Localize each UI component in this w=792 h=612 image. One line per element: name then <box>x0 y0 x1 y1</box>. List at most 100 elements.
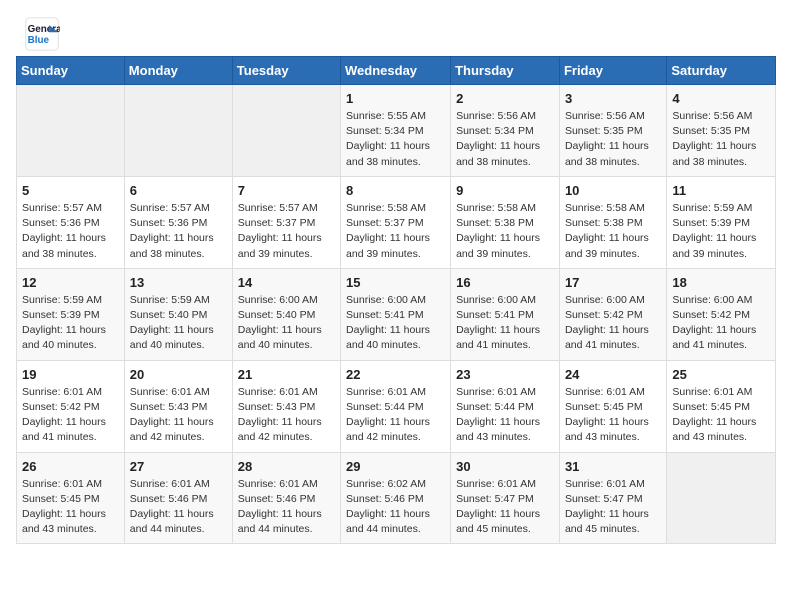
day-cell: 21 Sunrise: 6:01 AM Sunset: 5:43 PM Dayli… <box>232 360 340 452</box>
day-cell: 20 Sunrise: 6:01 AM Sunset: 5:43 PM Dayli… <box>124 360 232 452</box>
day-number: 17 <box>565 275 661 290</box>
day-info: Sunrise: 6:00 AM Sunset: 5:42 PM Dayligh… <box>565 293 661 354</box>
day-cell: 16 Sunrise: 6:00 AM Sunset: 5:41 PM Dayli… <box>451 268 560 360</box>
page-header: General Blue <box>0 0 792 56</box>
logo: General Blue <box>24 16 66 52</box>
day-info: Sunrise: 6:00 AM Sunset: 5:41 PM Dayligh… <box>346 293 445 354</box>
day-info: Sunrise: 5:59 AM Sunset: 5:39 PM Dayligh… <box>22 293 119 354</box>
day-cell: 27 Sunrise: 6:01 AM Sunset: 5:46 PM Dayli… <box>124 452 232 544</box>
day-number: 8 <box>346 183 445 198</box>
weekday-header-friday: Friday <box>559 57 666 85</box>
day-number: 9 <box>456 183 554 198</box>
day-number: 6 <box>130 183 227 198</box>
day-number: 28 <box>238 459 335 474</box>
day-cell: 31 Sunrise: 6:01 AM Sunset: 5:47 PM Dayli… <box>559 452 666 544</box>
day-info: Sunrise: 5:59 AM Sunset: 5:39 PM Dayligh… <box>672 201 770 262</box>
day-number: 25 <box>672 367 770 382</box>
day-number: 14 <box>238 275 335 290</box>
day-number: 20 <box>130 367 227 382</box>
day-cell: 23 Sunrise: 6:01 AM Sunset: 5:44 PM Dayli… <box>451 360 560 452</box>
day-info: Sunrise: 6:00 AM Sunset: 5:42 PM Dayligh… <box>672 293 770 354</box>
day-info: Sunrise: 6:01 AM Sunset: 5:43 PM Dayligh… <box>238 385 335 446</box>
day-number: 30 <box>456 459 554 474</box>
day-info: Sunrise: 6:02 AM Sunset: 5:46 PM Dayligh… <box>346 477 445 538</box>
day-number: 15 <box>346 275 445 290</box>
day-info: Sunrise: 5:57 AM Sunset: 5:36 PM Dayligh… <box>22 201 119 262</box>
day-cell: 28 Sunrise: 6:01 AM Sunset: 5:46 PM Dayli… <box>232 452 340 544</box>
day-number: 26 <box>22 459 119 474</box>
day-number: 12 <box>22 275 119 290</box>
logo-icon: General Blue <box>24 16 60 52</box>
day-info: Sunrise: 6:01 AM Sunset: 5:45 PM Dayligh… <box>672 385 770 446</box>
weekday-header-sunday: Sunday <box>17 57 125 85</box>
day-cell: 18 Sunrise: 6:00 AM Sunset: 5:42 PM Dayli… <box>667 268 776 360</box>
day-cell: 29 Sunrise: 6:02 AM Sunset: 5:46 PM Dayli… <box>341 452 451 544</box>
day-number: 31 <box>565 459 661 474</box>
calendar-table: SundayMondayTuesdayWednesdayThursdayFrid… <box>16 56 776 544</box>
day-number: 24 <box>565 367 661 382</box>
day-info: Sunrise: 5:57 AM Sunset: 5:36 PM Dayligh… <box>130 201 227 262</box>
day-cell <box>667 452 776 544</box>
day-cell: 11Sunrise: 5:59 AM Sunset: 5:39 PM Dayli… <box>667 176 776 268</box>
day-info: Sunrise: 5:57 AM Sunset: 5:37 PM Dayligh… <box>238 201 335 262</box>
day-info: Sunrise: 6:01 AM Sunset: 5:42 PM Dayligh… <box>22 385 119 446</box>
day-number: 1 <box>346 91 445 106</box>
day-info: Sunrise: 6:00 AM Sunset: 5:40 PM Dayligh… <box>238 293 335 354</box>
day-cell: 6 Sunrise: 5:57 AM Sunset: 5:36 PM Daylig… <box>124 176 232 268</box>
day-info: Sunrise: 6:01 AM Sunset: 5:47 PM Dayligh… <box>456 477 554 538</box>
weekday-header-monday: Monday <box>124 57 232 85</box>
day-info: Sunrise: 6:01 AM Sunset: 5:47 PM Dayligh… <box>565 477 661 538</box>
day-number: 18 <box>672 275 770 290</box>
svg-text:Blue: Blue <box>28 35 50 46</box>
day-number: 13 <box>130 275 227 290</box>
day-cell: 3 Sunrise: 5:56 AM Sunset: 5:35 PM Daylig… <box>559 85 666 177</box>
day-info: Sunrise: 5:56 AM Sunset: 5:34 PM Dayligh… <box>456 109 554 170</box>
day-number: 10 <box>565 183 661 198</box>
day-cell: 9Sunrise: 5:58 AM Sunset: 5:38 PM Daylig… <box>451 176 560 268</box>
weekday-header-row: SundayMondayTuesdayWednesdayThursdayFrid… <box>17 57 776 85</box>
week-row-2: 12 Sunrise: 5:59 AM Sunset: 5:39 PM Dayli… <box>17 268 776 360</box>
day-info: Sunrise: 6:01 AM Sunset: 5:44 PM Dayligh… <box>346 385 445 446</box>
day-cell <box>124 85 232 177</box>
day-cell: 25 Sunrise: 6:01 AM Sunset: 5:45 PM Dayli… <box>667 360 776 452</box>
day-info: Sunrise: 5:58 AM Sunset: 5:38 PM Dayligh… <box>565 201 661 262</box>
weekday-header-thursday: Thursday <box>451 57 560 85</box>
day-info: Sunrise: 6:00 AM Sunset: 5:41 PM Dayligh… <box>456 293 554 354</box>
calendar-wrap: SundayMondayTuesdayWednesdayThursdayFrid… <box>0 56 792 560</box>
weekday-header-saturday: Saturday <box>667 57 776 85</box>
day-info: Sunrise: 6:01 AM Sunset: 5:43 PM Dayligh… <box>130 385 227 446</box>
day-info: Sunrise: 5:56 AM Sunset: 5:35 PM Dayligh… <box>565 109 661 170</box>
weekday-header-wednesday: Wednesday <box>341 57 451 85</box>
day-number: 21 <box>238 367 335 382</box>
day-cell: 8 Sunrise: 5:58 AM Sunset: 5:37 PM Daylig… <box>341 176 451 268</box>
day-cell <box>17 85 125 177</box>
day-info: Sunrise: 6:01 AM Sunset: 5:45 PM Dayligh… <box>22 477 119 538</box>
day-number: 16 <box>456 275 554 290</box>
day-number: 27 <box>130 459 227 474</box>
day-cell: 17 Sunrise: 6:00 AM Sunset: 5:42 PM Dayli… <box>559 268 666 360</box>
day-info: Sunrise: 5:59 AM Sunset: 5:40 PM Dayligh… <box>130 293 227 354</box>
day-cell: 14 Sunrise: 6:00 AM Sunset: 5:40 PM Dayli… <box>232 268 340 360</box>
day-cell: 30 Sunrise: 6:01 AM Sunset: 5:47 PM Dayli… <box>451 452 560 544</box>
day-number: 7 <box>238 183 335 198</box>
day-cell: 24 Sunrise: 6:01 AM Sunset: 5:45 PM Dayli… <box>559 360 666 452</box>
day-info: Sunrise: 5:58 AM Sunset: 5:37 PM Dayligh… <box>346 201 445 262</box>
day-info: Sunrise: 6:01 AM Sunset: 5:46 PM Dayligh… <box>130 477 227 538</box>
day-cell: 2Sunrise: 5:56 AM Sunset: 5:34 PM Daylig… <box>451 85 560 177</box>
day-cell <box>232 85 340 177</box>
day-number: 22 <box>346 367 445 382</box>
week-row-1: 5 Sunrise: 5:57 AM Sunset: 5:36 PM Daylig… <box>17 176 776 268</box>
day-cell: 26 Sunrise: 6:01 AM Sunset: 5:45 PM Dayli… <box>17 452 125 544</box>
day-cell: 10 Sunrise: 5:58 AM Sunset: 5:38 PM Dayli… <box>559 176 666 268</box>
day-number: 5 <box>22 183 119 198</box>
day-number: 4 <box>672 91 770 106</box>
day-cell: 13 Sunrise: 5:59 AM Sunset: 5:40 PM Dayli… <box>124 268 232 360</box>
day-number: 29 <box>346 459 445 474</box>
day-info: Sunrise: 5:55 AM Sunset: 5:34 PM Dayligh… <box>346 109 445 170</box>
day-info: Sunrise: 6:01 AM Sunset: 5:44 PM Dayligh… <box>456 385 554 446</box>
day-number: 19 <box>22 367 119 382</box>
day-info: Sunrise: 6:01 AM Sunset: 5:46 PM Dayligh… <box>238 477 335 538</box>
day-info: Sunrise: 6:01 AM Sunset: 5:45 PM Dayligh… <box>565 385 661 446</box>
day-number: 23 <box>456 367 554 382</box>
day-number: 3 <box>565 91 661 106</box>
